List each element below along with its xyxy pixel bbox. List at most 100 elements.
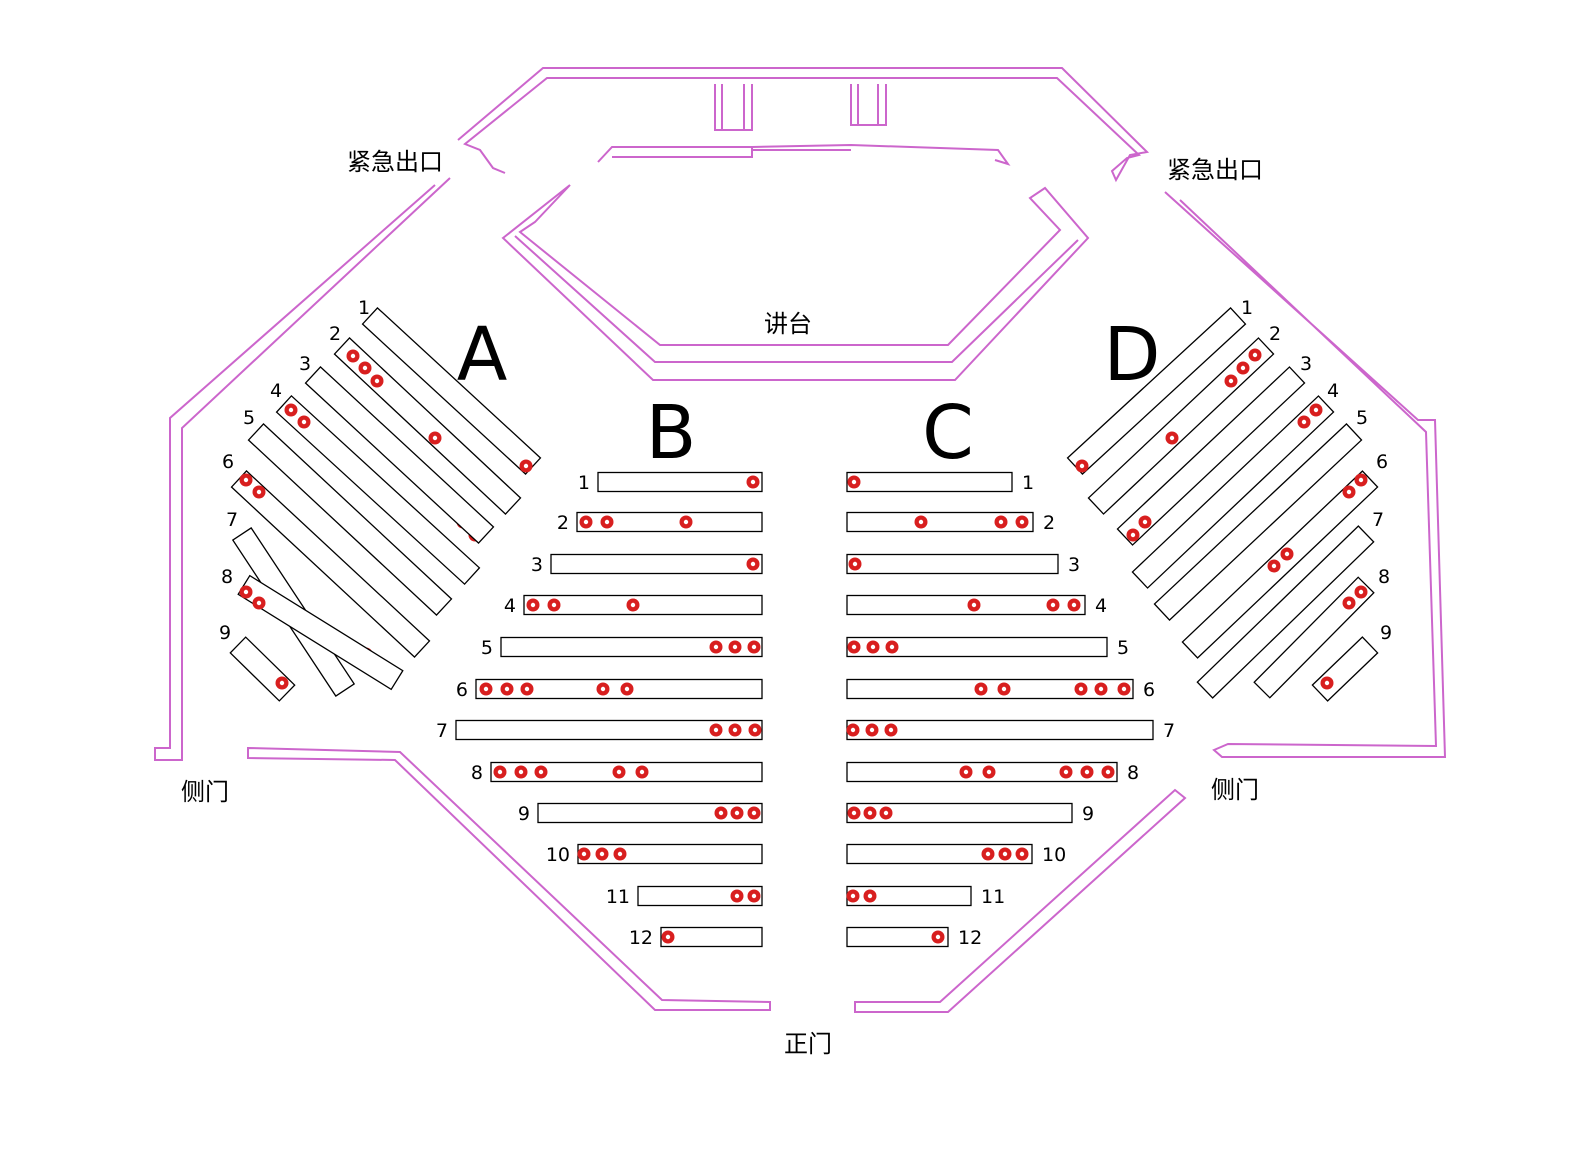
seating-chart: 讲台 紧急出口 紧急出口 侧门 侧门 正门 A B C D 123456789 …: [0, 0, 1576, 1148]
occupied-seat: [1067, 598, 1081, 612]
section-c-label: C: [922, 390, 974, 476]
row-label: 1: [1241, 297, 1253, 319]
occupied-seat: [998, 847, 1012, 861]
row-b-5: 5: [481, 636, 763, 659]
occupied-seat: [982, 765, 996, 779]
occupied-seat: [1015, 847, 1029, 861]
occupied-seat: [577, 847, 591, 861]
occupied-seat: [1267, 559, 1281, 573]
occupied-seat: [547, 598, 561, 612]
occupied-seat: [884, 723, 898, 737]
occupied-seat: [612, 765, 626, 779]
occupied-seat: [534, 765, 548, 779]
occupied-seat: [863, 806, 877, 820]
row-label: 5: [1356, 407, 1368, 429]
row-bar: [490, 761, 763, 783]
occupied-seat: [613, 847, 627, 861]
occupied-seat: [747, 640, 761, 654]
row-c-5: 5: [846, 636, 1129, 659]
row-label: 11: [606, 886, 630, 908]
row-c-7: 7: [846, 719, 1175, 742]
row-label: 7: [226, 509, 238, 531]
row-label: 9: [518, 803, 530, 825]
row-label: 6: [456, 679, 468, 701]
row-b-2: 2: [557, 511, 763, 534]
occupied-seat: [635, 765, 649, 779]
occupied-seat: [1280, 547, 1294, 561]
occupied-seat: [358, 361, 372, 375]
emergency-exit-right-label: 紧急出口: [1167, 156, 1263, 184]
row-label: 10: [1042, 844, 1066, 866]
row-bar: [1311, 636, 1379, 702]
occupied-seat: [595, 847, 609, 861]
occupied-seat: [500, 682, 514, 696]
row-label: 10: [546, 844, 570, 866]
occupied-seat: [974, 682, 988, 696]
occupied-seat: [1236, 361, 1250, 375]
occupied-seat: [239, 585, 253, 599]
row-a-9: 9: [219, 622, 296, 702]
row-bar: [846, 761, 1118, 783]
row-bar: [846, 471, 1013, 493]
row-label: 11: [981, 886, 1005, 908]
row-label: 5: [243, 407, 255, 429]
row-label: 3: [1068, 554, 1080, 576]
row-label: 1: [578, 472, 590, 494]
occupied-seat: [346, 349, 360, 363]
row-bar: [846, 678, 1134, 700]
occupied-seat: [728, 640, 742, 654]
row-label: 3: [299, 353, 311, 375]
occupied-seat: [730, 889, 744, 903]
main-door-label: 正门: [784, 1030, 832, 1058]
occupied-seat: [493, 765, 507, 779]
occupied-seat: [885, 640, 899, 654]
occupied-seat: [514, 765, 528, 779]
row-label: 9: [219, 622, 231, 644]
side-door-right-label: 侧门: [1211, 776, 1259, 804]
row-bar: [537, 802, 763, 824]
row-label: 6: [222, 451, 234, 473]
occupied-seat: [479, 682, 493, 696]
row-bar: [597, 471, 763, 493]
occupied-seat: [748, 723, 762, 737]
occupied-seat: [1074, 682, 1088, 696]
occupied-seat: [1342, 485, 1356, 499]
row-c-2: 2: [846, 511, 1055, 534]
row-b-8: 8: [471, 761, 763, 784]
occupied-seat: [847, 475, 861, 489]
row-label: 12: [629, 927, 653, 949]
occupied-seat: [914, 515, 928, 529]
occupied-seat: [1101, 765, 1115, 779]
row-label: 1: [1022, 472, 1034, 494]
occupied-seat: [1075, 459, 1089, 473]
row-label: 5: [481, 637, 493, 659]
row-label: 5: [1117, 637, 1129, 659]
occupied-seat: [1248, 348, 1262, 362]
occupied-seat: [1320, 676, 1334, 690]
occupied-seat: [709, 723, 723, 737]
occupied-seat: [275, 676, 289, 690]
row-bar: [229, 636, 296, 702]
occupied-seat: [600, 515, 614, 529]
occupied-seat: [747, 806, 761, 820]
occupied-seat: [626, 598, 640, 612]
row-bar: [846, 553, 1059, 575]
occupied-seat: [239, 473, 253, 487]
occupied-seat: [1309, 403, 1323, 417]
occupied-seat: [863, 889, 877, 903]
occupied-seat: [846, 889, 860, 903]
row-bar: [500, 636, 763, 658]
wall-top-pillars: [714, 84, 887, 131]
occupied-seat: [679, 515, 693, 529]
row-c-6: 6: [846, 678, 1155, 701]
occupied-seat: [967, 598, 981, 612]
occupied-seat: [1015, 515, 1029, 529]
row-label: 2: [1043, 512, 1055, 534]
row-label: 3: [531, 554, 543, 576]
row-b-4: 4: [504, 594, 763, 617]
occupied-seat: [997, 682, 1011, 696]
row-label: 2: [329, 323, 341, 345]
occupied-seat: [1046, 598, 1060, 612]
occupied-seat: [848, 557, 862, 571]
occupied-seat: [866, 640, 880, 654]
